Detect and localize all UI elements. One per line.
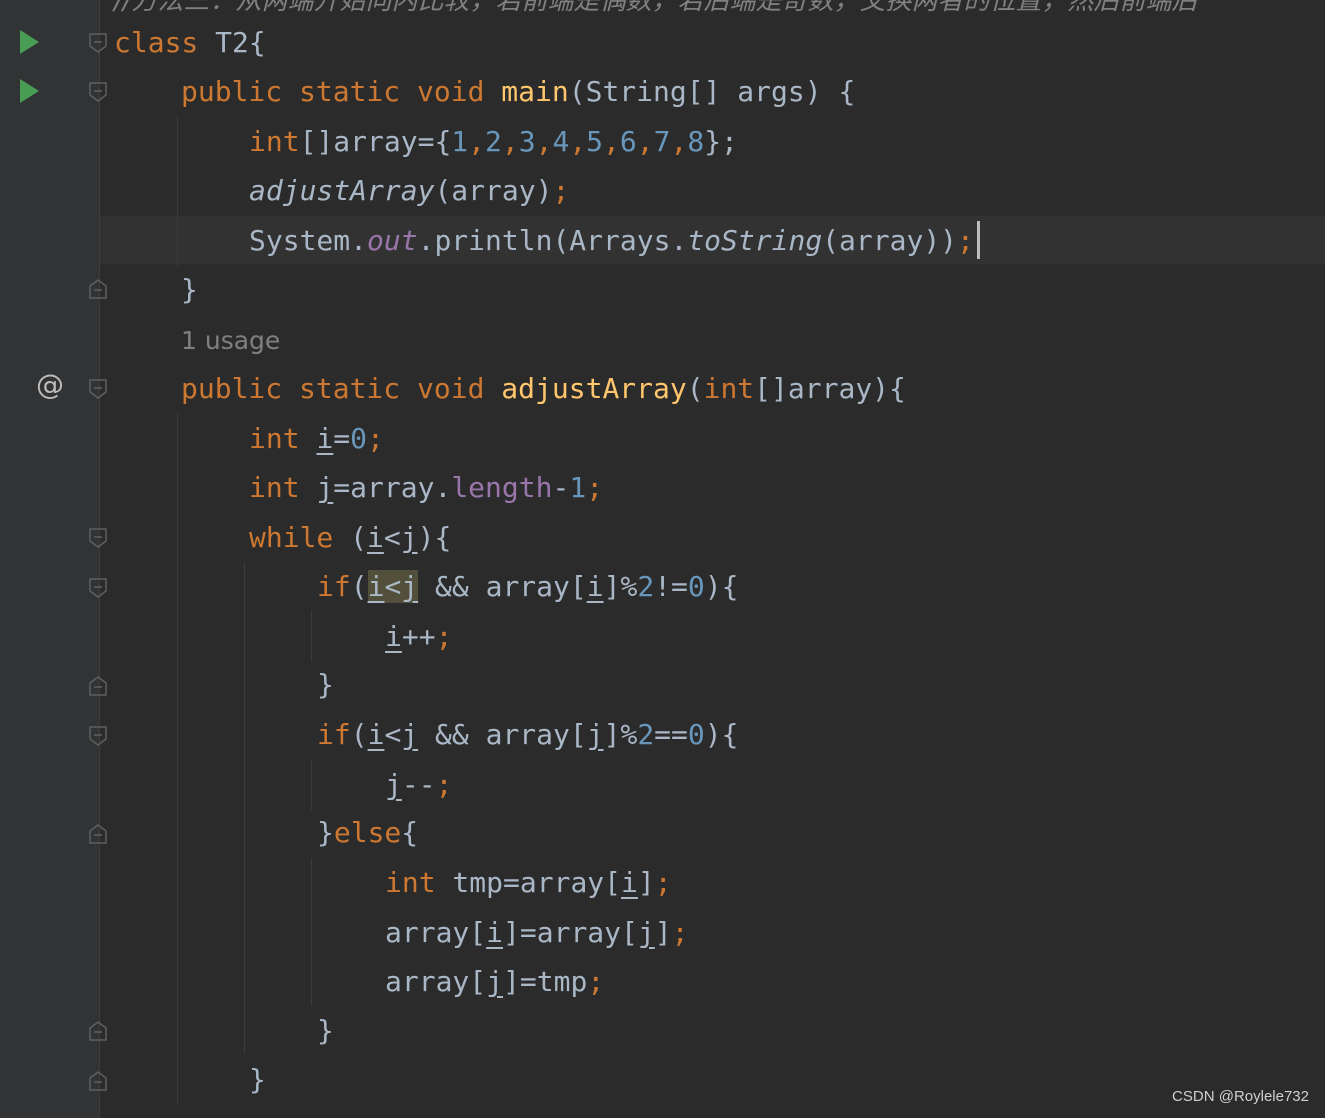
code-line-call-adjust[interactable]: adjustArray(array); [249, 166, 569, 216]
fold-close-icon[interactable] [89, 279, 107, 299]
run-main-icon[interactable] [20, 79, 39, 103]
fold-close-icon[interactable] [89, 1021, 107, 1041]
indent-guide [311, 760, 312, 810]
code-line-println[interactable]: System.out.println(Arrays.toString(array… [249, 216, 974, 266]
code-line-else[interactable]: }else{ [317, 808, 418, 858]
usage-inlay-hint[interactable]: 1 usage [181, 316, 280, 366]
indent-guide [311, 858, 312, 1006]
indent-guide [244, 562, 245, 1054]
indent-guide [311, 611, 312, 661]
indent-guide [177, 116, 178, 266]
code-line-swap-1[interactable]: array[i]=array[j]; [385, 908, 688, 958]
fold-open-icon[interactable] [89, 33, 107, 53]
code-line-if-odd[interactable]: if(i<j && array[i]%2!=0){ [317, 562, 738, 612]
code-line-j-decrement[interactable]: j--; [385, 760, 452, 810]
watermark: CSDN @Roylele732 [1172, 1088, 1309, 1105]
code-line-int-j[interactable]: int j=array.length-1; [249, 463, 603, 513]
implemented-method-icon[interactable]: @ [36, 368, 64, 401]
code-line-int-i[interactable]: int i=0; [249, 414, 384, 464]
fold-open-icon[interactable] [89, 379, 107, 399]
run-class-icon[interactable] [20, 30, 39, 54]
fold-open-icon[interactable] [89, 726, 107, 746]
code-line-swap-2[interactable]: array[j]=tmp; [385, 957, 604, 1007]
code-line-close-brace[interactable]: } [317, 1006, 334, 1056]
text-caret [977, 221, 980, 259]
code-line-if-even[interactable]: if(i<j && array[j]%2==0){ [317, 710, 738, 760]
code-line-adjust-decl[interactable]: public static void adjustArray(int[]arra… [181, 364, 906, 414]
code-line-i-increment[interactable]: i++; [385, 612, 452, 662]
gutter-divider [99, 0, 100, 1118]
fold-open-icon[interactable] [89, 578, 107, 598]
code-line-close-brace[interactable]: } [249, 1055, 266, 1105]
code-line-tmp[interactable]: int tmp=array[i]; [385, 858, 672, 908]
indent-guide [177, 413, 178, 1103]
code-line-array-init[interactable]: int[]array={1,2,3,4,5,6,7,8}; [249, 117, 738, 167]
fold-close-icon[interactable] [89, 1071, 107, 1091]
code-line-close-brace[interactable]: } [181, 265, 198, 315]
fold-open-icon[interactable] [89, 82, 107, 102]
code-line-close-brace[interactable]: } [317, 660, 334, 710]
editor-gutter [0, 0, 100, 1118]
code-line-class-decl[interactable]: class T2{ [114, 18, 266, 68]
code-line-main-decl[interactable]: public static void main(String[] args) { [181, 67, 855, 117]
code-comment: //方法三：从两端开始向内比较，若前端是偶数，若后端是奇数，交换两者的位置，然后… [114, 0, 1198, 16]
fold-close-icon[interactable] [89, 824, 107, 844]
fold-open-icon[interactable] [89, 528, 107, 548]
code-line-while[interactable]: while (i<j){ [249, 513, 451, 563]
fold-close-icon[interactable] [89, 676, 107, 696]
